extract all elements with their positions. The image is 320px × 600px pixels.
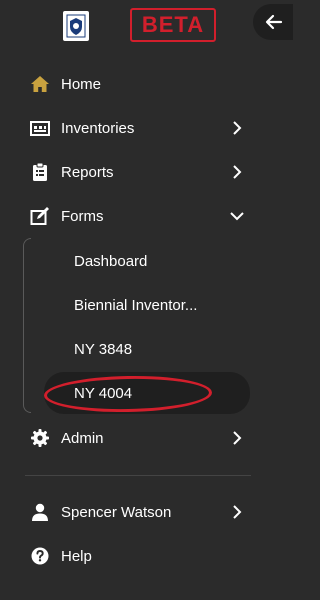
edit-form-icon [30, 207, 49, 225]
submenu-item-dashboard[interactable]: Dashboard [44, 240, 250, 282]
home-icon [31, 76, 49, 92]
submenu-item-ny-3848[interactable]: NY 3848 [44, 328, 250, 370]
nav-item-user[interactable]: Spencer Watson [0, 492, 280, 532]
submenu-item-biennial-inventory[interactable]: Biennial Inventor... [44, 284, 250, 326]
chevron-right-icon [233, 505, 242, 519]
nav-item-help[interactable]: Help [0, 536, 280, 576]
nav-item-home[interactable]: Home [0, 64, 280, 104]
agency-logo[interactable] [63, 11, 89, 41]
clipboard-icon [33, 162, 47, 181]
divider [25, 475, 251, 476]
sidebar-header: BETA [0, 0, 293, 56]
beta-badge: BETA [130, 8, 216, 42]
arrow-left-icon [265, 14, 283, 30]
user-icon [32, 503, 48, 521]
collapse-sidebar-button[interactable] [253, 4, 293, 40]
chevron-down-icon [230, 212, 244, 221]
nav-item-reports[interactable]: Reports [0, 152, 280, 192]
chevron-right-icon [233, 431, 242, 445]
submenu-label: NY 3848 [74, 340, 133, 358]
nav-label-home: Home [61, 75, 102, 93]
gear-icon [31, 429, 49, 447]
inventory-icon [30, 121, 50, 136]
nav-item-inventories[interactable]: Inventories [0, 108, 280, 148]
submenu-tree-line [23, 238, 31, 413]
nav-item-forms[interactable]: Forms [0, 196, 280, 236]
submenu-label: Dashboard [74, 252, 148, 270]
nav-item-admin[interactable]: Admin [0, 418, 280, 458]
submenu-label: Biennial Inventor... [74, 296, 198, 314]
chevron-right-icon [233, 121, 242, 135]
nav-label-reports: Reports [61, 163, 114, 181]
user-name: Spencer Watson [61, 503, 172, 521]
chevron-right-icon [233, 165, 242, 179]
nav-label-admin: Admin [61, 429, 104, 447]
nav-label-forms: Forms [61, 207, 104, 225]
nav-label-help: Help [61, 547, 92, 565]
nav-label-inventories: Inventories [61, 119, 135, 137]
help-icon [31, 547, 49, 565]
